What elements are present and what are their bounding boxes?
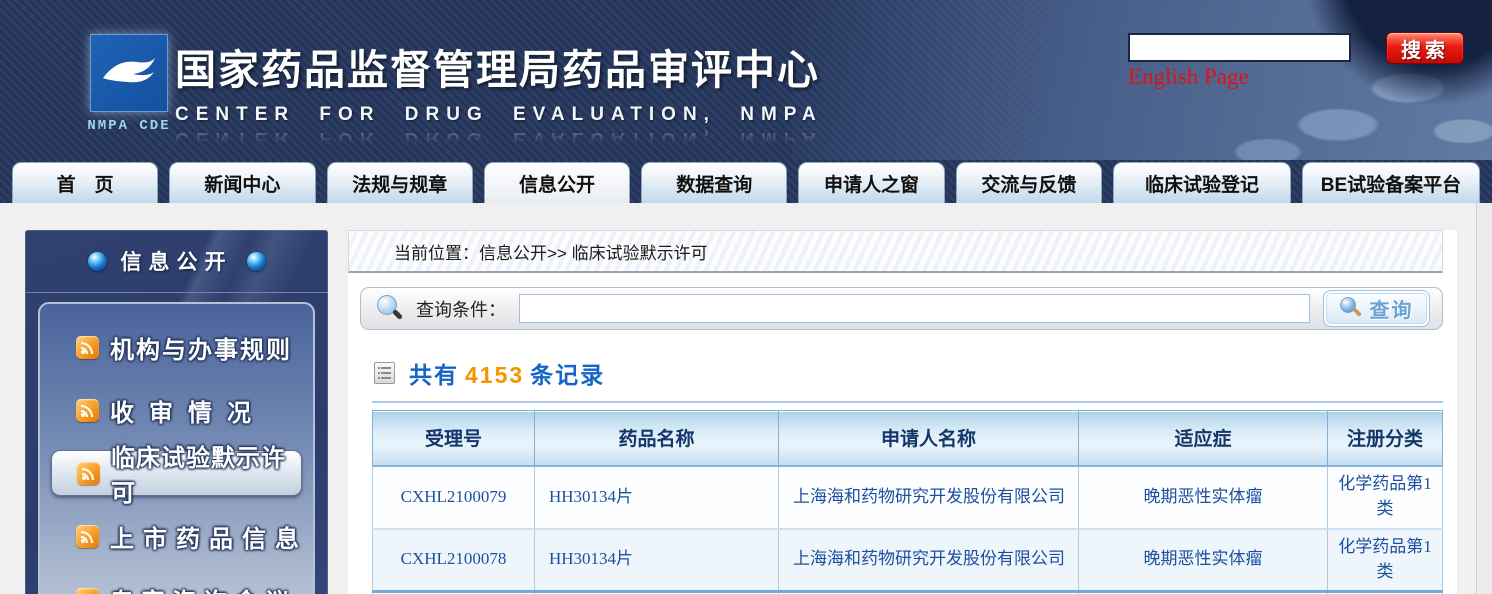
sidebar-item-acceptance-review[interactable]: 收审情况: [40, 379, 313, 442]
cell-indication: 晚期恶性实体瘤: [1079, 466, 1328, 529]
tab-information-disclosure[interactable]: 信息公开: [484, 162, 630, 203]
list-icon: [374, 362, 395, 384]
sidebar-title: 信息公开: [121, 246, 233, 276]
sidebar-menu: 机构与办事规则 收审情况 临床试验默示许可 上市药品信息 专家咨询会议: [38, 302, 315, 594]
records-text: 共有4153条记录: [409, 356, 605, 390]
tab-be-trial-platform[interactable]: BE试验备案平台: [1302, 162, 1480, 203]
sidebar-item-marketed-drug-info[interactable]: 上市药品信息: [40, 505, 313, 568]
records-count: 4153: [459, 362, 530, 388]
page-title: 国家药品监督管理局药品审评中心: [175, 36, 823, 96]
query-bar: 查询条件： 查询: [360, 287, 1443, 330]
header-search-input[interactable]: [1128, 33, 1351, 62]
records-summary: 共有4153条记录: [374, 356, 1457, 390]
rss-icon: [76, 588, 99, 594]
cell-acceptance-number: CXHL2100079: [373, 466, 535, 529]
sidebar: 信息公开 机构与办事规则 收审情况 临床试验默示许可 上市药: [25, 230, 328, 594]
logo: NMPA CDE: [83, 34, 175, 134]
sidebar-item-rules[interactable]: 机构与办事规则: [40, 316, 313, 379]
breadcrumb-text: 当前位置：信息公开>> 临床试验默示许可: [394, 239, 708, 264]
tab-home[interactable]: 首 页: [12, 162, 158, 203]
cell-acceptance-number: CXHL2100078: [373, 529, 535, 592]
results-table: 受理号 药品名称 申请人名称 适应症 注册分类 CXHL2100079 HH30…: [372, 410, 1443, 594]
orb-icon: [247, 252, 266, 271]
table-row: CXHL2100079 HH30134片 上海海和药物研究开发股份有限公司 晚期…: [373, 466, 1443, 529]
rss-icon: [76, 336, 99, 359]
page-subtitle-reflection: CENTER FOR DRUG EVALUATION, NMPA: [175, 127, 823, 149]
header-search-button[interactable]: 搜索: [1386, 32, 1464, 64]
main-panel: 当前位置：信息公开>> 临床试验默示许可 查询条件： 查询 共有4153条记录: [348, 230, 1457, 594]
cell-registration-category: 化学药品第1类: [1328, 529, 1443, 592]
col-header-drug-name: 药品名称: [535, 411, 779, 466]
tab-clinical-trial-registration[interactable]: 临床试验登记: [1113, 162, 1291, 203]
page-subtitle: CENTER FOR DRUG EVALUATION, NMPA: [175, 104, 823, 126]
main-nav: 首 页 新闻中心 法规与规章 信息公开 数据查询 申请人之窗 交流与反馈 临床试…: [0, 160, 1492, 203]
divider: [372, 401, 1443, 403]
tab-laws-regulations[interactable]: 法规与规章: [327, 162, 473, 203]
content-area: 信息公开 机构与办事规则 收审情况 临床试验默示许可 上市药: [0, 203, 1492, 594]
cell-registration-category: 化学药品第1类: [1328, 466, 1443, 529]
tab-communication-feedback[interactable]: 交流与反馈: [956, 162, 1102, 203]
col-header-registration-category: 注册分类: [1328, 411, 1443, 466]
query-input[interactable]: [519, 294, 1310, 323]
tab-data-query[interactable]: 数据查询: [641, 162, 787, 203]
sidebar-header: 信息公开: [25, 230, 328, 293]
scrollbar-gutter[interactable]: [1476, 203, 1492, 594]
cell-applicant-name: 上海海和药物研究开发股份有限公司: [779, 466, 1079, 529]
rss-icon: [76, 399, 99, 422]
logo-caption: NMPA CDE: [83, 118, 175, 134]
sidebar-item-clinical-trial-implied-license[interactable]: 临床试验默示许可: [51, 450, 302, 496]
table-row: CXHL2100078 HH30134片 上海海和药物研究开发股份有限公司 晚期…: [373, 529, 1443, 592]
breadcrumb: 当前位置：信息公开>> 临床试验默示许可: [348, 230, 1443, 273]
tab-news-center[interactable]: 新闻中心: [169, 162, 315, 203]
cell-drug-name: HH30134片: [535, 529, 779, 592]
query-label: 查询条件：: [416, 296, 506, 322]
col-header-applicant-name: 申请人名称: [779, 411, 1079, 466]
page: NMPA CDE 国家药品监督管理局药品审评中心 CENTER FOR DRUG…: [0, 0, 1492, 594]
sidebar-item-expert-advisory-meeting[interactable]: 专家咨询会议: [40, 568, 313, 594]
cell-drug-name: HH30134片: [535, 466, 779, 529]
cell-indication: 晚期恶性实体瘤: [1079, 529, 1328, 592]
search-icon: [1340, 297, 1362, 321]
cell-applicant-name: 上海海和药物研究开发股份有限公司: [779, 529, 1079, 592]
english-page-link[interactable]: English Page: [1128, 64, 1249, 90]
query-button[interactable]: 查询: [1323, 290, 1430, 327]
col-header-acceptance-number: 受理号: [373, 411, 535, 466]
tab-applicant-window[interactable]: 申请人之窗: [798, 162, 944, 203]
site-header: NMPA CDE 国家药品监督管理局药品审评中心 CENTER FOR DRUG…: [0, 0, 1492, 160]
rss-icon: [76, 525, 99, 548]
title-block: 国家药品监督管理局药品审评中心 CENTER FOR DRUG EVALUATI…: [175, 36, 823, 149]
col-header-indication: 适应症: [1079, 411, 1328, 466]
orb-icon: [88, 252, 107, 271]
search-icon: [377, 295, 403, 323]
table-header-row: 受理号 药品名称 申请人名称 适应症 注册分类: [373, 411, 1443, 466]
cde-fish-logo-icon: [90, 34, 168, 112]
rss-icon: [77, 462, 100, 485]
